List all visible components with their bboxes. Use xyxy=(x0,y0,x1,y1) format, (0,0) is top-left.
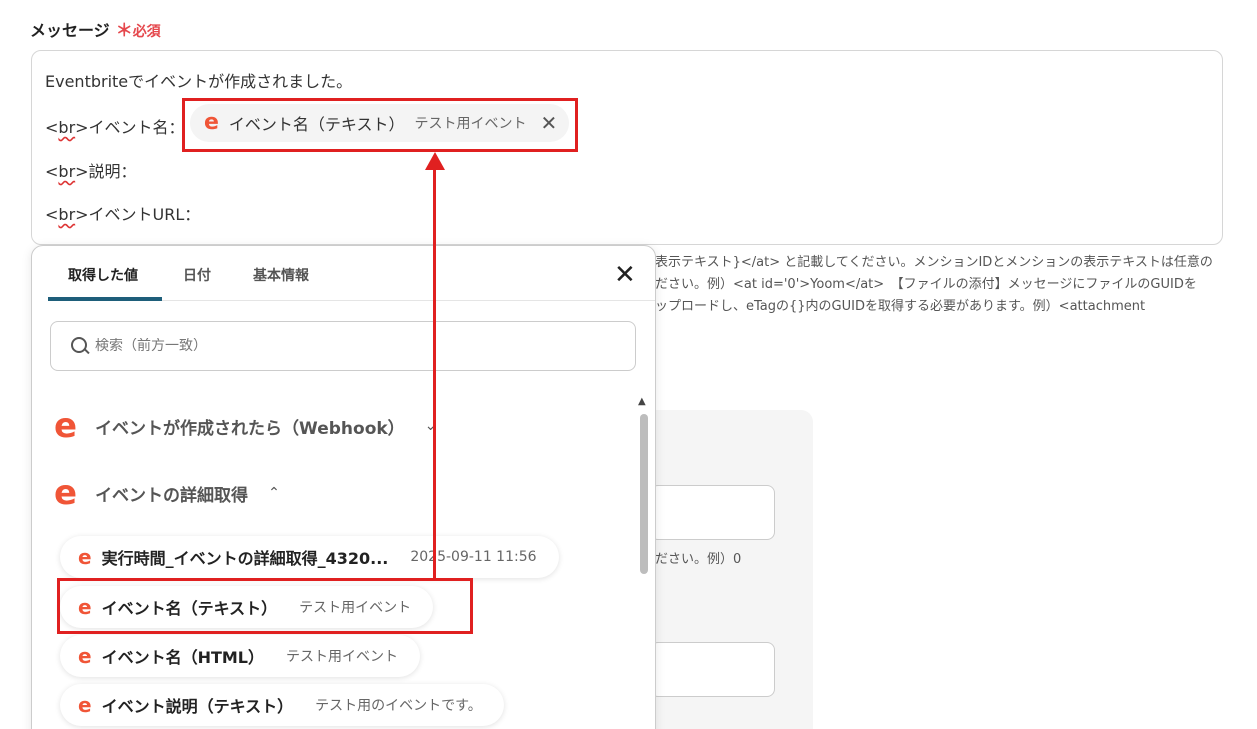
tab-date[interactable]: 日付 xyxy=(183,265,211,285)
value-item[interactable]: e イベント説明（テキスト） テスト用のイベントです。 xyxy=(60,684,504,726)
editor-line-1: Eventbriteでイベントが作成されました。 xyxy=(45,72,353,91)
close-icon[interactable]: ✕ xyxy=(614,260,636,290)
required-badge: ＊必須 xyxy=(116,16,161,41)
group-title: イベントの詳細取得 xyxy=(95,485,249,506)
br-word: br xyxy=(58,118,76,137)
chevron-up-icon: ⌃ xyxy=(268,485,280,501)
br-word: br xyxy=(58,205,76,224)
br-close: > xyxy=(75,118,89,137)
background-note: ださい。例）0 xyxy=(655,552,742,567)
item-value: テスト用のイベントです。 xyxy=(315,698,482,714)
search-icon xyxy=(71,337,89,355)
value-item[interactable]: e 実行時間_イベントの詳細取得_4320... 2025-09-11 11:5… xyxy=(60,536,559,578)
highlight-box-item xyxy=(57,578,473,634)
br-close: > xyxy=(75,162,89,181)
editor-line-3: <br>説明： xyxy=(45,158,137,182)
tab-basic-info[interactable]: 基本情報 xyxy=(253,265,309,285)
item-value: 2025-09-11 11:56 xyxy=(410,549,537,565)
help-text-line-3: ップロードし、eTagの{}内のGUIDを取得する必要があります。例）<atta… xyxy=(655,299,1146,314)
eventbrite-logo-icon: e xyxy=(54,473,78,513)
editor-line-2: <br>イベント名： xyxy=(45,114,185,138)
br-open: < xyxy=(45,118,59,137)
scrollbar-thumb[interactable] xyxy=(640,414,648,574)
editor-line-4: <br>イベントURL： xyxy=(45,201,200,225)
message-field-label: メッセージ ＊必須 xyxy=(30,16,161,42)
group-webhook-trigger[interactable]: e イベントが作成されたら（Webhook） ⌄ xyxy=(54,409,436,443)
line2-text: イベント名： xyxy=(88,118,185,137)
eventbrite-logo-icon: e xyxy=(78,545,92,569)
highlight-box-token xyxy=(182,98,578,152)
eventbrite-logo-icon: e xyxy=(54,406,78,446)
item-label: イベント説明（テキスト） xyxy=(101,697,294,716)
background-input-2[interactable] xyxy=(650,642,775,697)
group-event-detail[interactable]: e イベントの詳細取得 ⌃ xyxy=(54,476,280,510)
required-star: ＊ xyxy=(115,21,133,41)
br-open: < xyxy=(45,205,59,224)
field-label-text: メッセージ xyxy=(30,20,110,40)
value-item[interactable]: e イベント名（HTML） テスト用イベント xyxy=(60,635,421,677)
picker-tabs: 取得した値 日付 基本情報 xyxy=(48,246,655,301)
value-picker-popup: 取得した値 日付 基本情報 ✕ e イベントが作成されたら（Webhook） ⌄… xyxy=(31,245,656,729)
line4-text: イベントURL： xyxy=(88,205,201,224)
annotation-arrow-shaft xyxy=(433,168,436,578)
help-text-line-1: 表示テキスト}</at> と記載してください。メンションIDとメンションの表示テ… xyxy=(655,255,1213,270)
eventbrite-logo-icon: e xyxy=(78,693,92,717)
item-label: イベント名（HTML） xyxy=(101,648,265,667)
annotation-arrow-head xyxy=(425,152,445,170)
active-tab-indicator xyxy=(48,297,162,301)
background-input-1[interactable] xyxy=(650,485,775,540)
item-value: テスト用イベント xyxy=(286,649,399,665)
group-title: イベントが作成されたら（Webhook） xyxy=(95,418,405,439)
br-open: < xyxy=(45,162,59,181)
scroll-up-icon[interactable]: ▲ xyxy=(638,396,646,407)
item-label: 実行時間_イベントの詳細取得_4320... xyxy=(101,549,389,568)
required-text: 必須 xyxy=(132,24,161,40)
br-word: br xyxy=(58,162,76,181)
eventbrite-logo-icon: e xyxy=(78,644,92,668)
help-text-line-2: ださい。例）<at id='0'>Yoom</at> 【ファイルの添付】メッセー… xyxy=(655,277,1197,292)
tab-acquired-values[interactable]: 取得した値 xyxy=(68,265,138,285)
search-box[interactable] xyxy=(50,321,636,371)
line3-text: 説明： xyxy=(88,162,137,181)
br-close: > xyxy=(75,205,89,224)
